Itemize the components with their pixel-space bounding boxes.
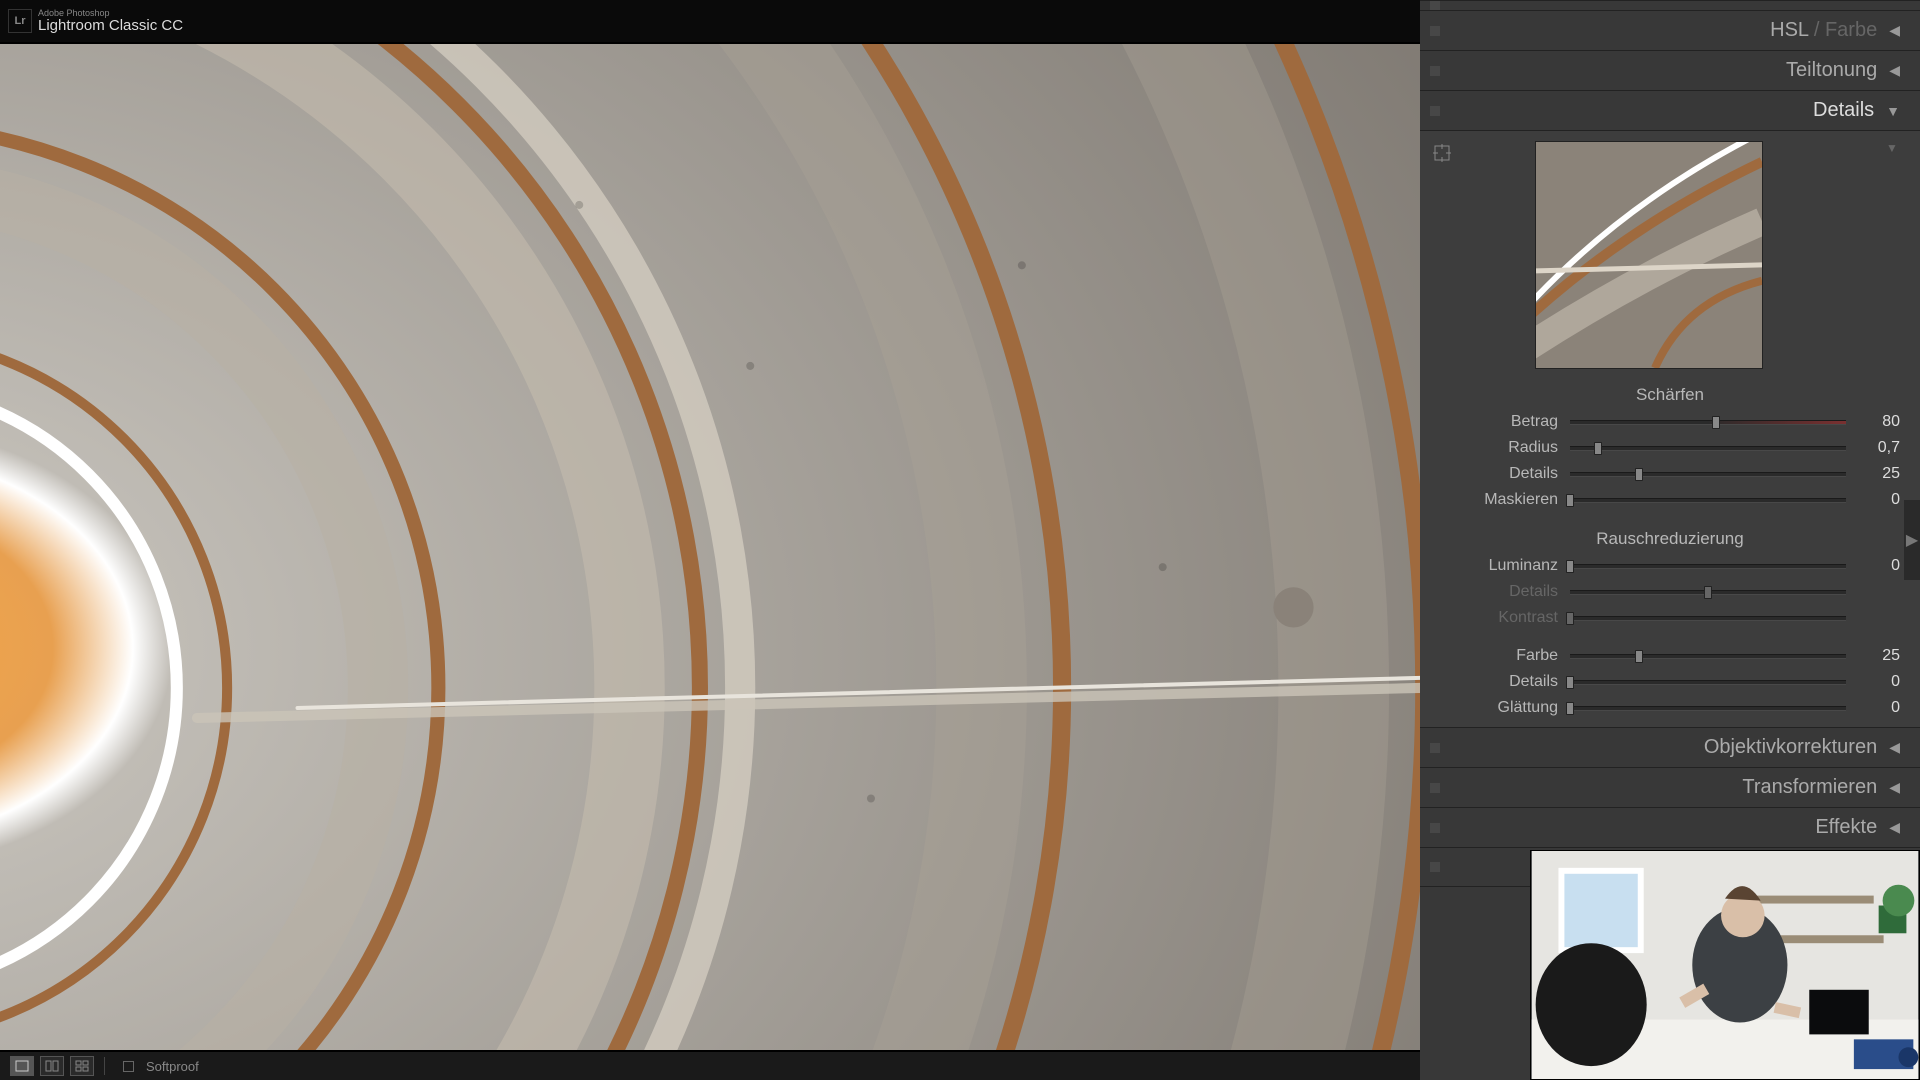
panel-transformieren[interactable]: Transformieren ◀ bbox=[1420, 767, 1920, 807]
panel-hsl-title: HSL / Farbe bbox=[1770, 19, 1877, 42]
image-viewer[interactable] bbox=[0, 44, 1420, 1050]
slider-details-sharp[interactable]: Details25 bbox=[1420, 461, 1920, 487]
slider-luminanz[interactable]: Luminanz0 bbox=[1420, 553, 1920, 579]
panel-details-title: Details bbox=[1813, 99, 1874, 122]
collapse-icon: ◀ bbox=[1889, 819, 1900, 836]
collapse-icon: ◀ bbox=[1889, 62, 1900, 79]
collapse-icon: ◀ bbox=[1889, 22, 1900, 39]
slider-radius[interactable]: Radius0,7 bbox=[1420, 435, 1920, 461]
preview-disclose-icon[interactable]: ▼ bbox=[1886, 141, 1910, 155]
panel-gradation[interactable] bbox=[1420, 0, 1920, 10]
panel-details[interactable]: Details ▼ bbox=[1420, 90, 1920, 130]
collapse-icon: ◀ bbox=[1889, 779, 1900, 796]
slider-lum-details: Details bbox=[1420, 579, 1920, 605]
collapse-icon: ◀ bbox=[1889, 739, 1900, 756]
panel-hsl-farbe[interactable]: HSL / Farbe ◀ bbox=[1420, 10, 1920, 50]
develop-panels: HSL / Farbe ◀ Teiltonung ◀ Details ▼ bbox=[1420, 0, 1920, 1080]
slider-maskieren[interactable]: Maskieren0 bbox=[1420, 487, 1920, 513]
app-logo-icon: Lr bbox=[8, 9, 32, 33]
view-survey-icon[interactable] bbox=[70, 1056, 94, 1076]
softproof-label: Softproof bbox=[146, 1059, 199, 1074]
right-expand-tab-icon[interactable]: ▶ bbox=[1904, 500, 1920, 580]
slider-betrag[interactable]: Betrag80 bbox=[1420, 409, 1920, 435]
slider-farbe[interactable]: Farbe25 bbox=[1420, 643, 1920, 669]
panel-objektiv-title: Objektivkorrekturen bbox=[1704, 736, 1877, 759]
panel-objektivkorrekturen[interactable]: Objektivkorrekturen ◀ bbox=[1420, 727, 1920, 767]
bottom-toolbar: Softproof bbox=[0, 1052, 1420, 1080]
noise-group-title: Rauschreduzierung bbox=[1420, 523, 1920, 553]
view-loupe-icon[interactable] bbox=[10, 1056, 34, 1076]
detail-preview[interactable] bbox=[1535, 141, 1763, 369]
webcam-overlay bbox=[1530, 850, 1920, 1080]
app-name: Lightroom Classic CC bbox=[38, 18, 183, 33]
panel-transform-title: Transformieren bbox=[1742, 776, 1877, 799]
panel-effekte[interactable]: Effekte ◀ bbox=[1420, 807, 1920, 847]
title-bar: Lr Adobe Photoshop Lightroom Classic CC bbox=[0, 0, 1420, 42]
panel-effekte-title: Effekte bbox=[1815, 816, 1877, 839]
slider-lum-kontrast: Kontrast bbox=[1420, 605, 1920, 631]
panel-teiltonung[interactable]: Teiltonung ◀ bbox=[1420, 50, 1920, 90]
slider-farbe-details[interactable]: Details0 bbox=[1420, 669, 1920, 695]
slider-glaettung[interactable]: Glättung0 bbox=[1420, 695, 1920, 721]
panel-teiltonung-title: Teiltonung bbox=[1786, 59, 1877, 82]
expand-icon: ▼ bbox=[1886, 103, 1900, 119]
softproof-checkbox[interactable] bbox=[123, 1061, 134, 1072]
detail-target-icon[interactable] bbox=[1430, 141, 1454, 165]
sharpen-group-title: Schärfen bbox=[1420, 379, 1920, 409]
view-compare-icon[interactable] bbox=[40, 1056, 64, 1076]
